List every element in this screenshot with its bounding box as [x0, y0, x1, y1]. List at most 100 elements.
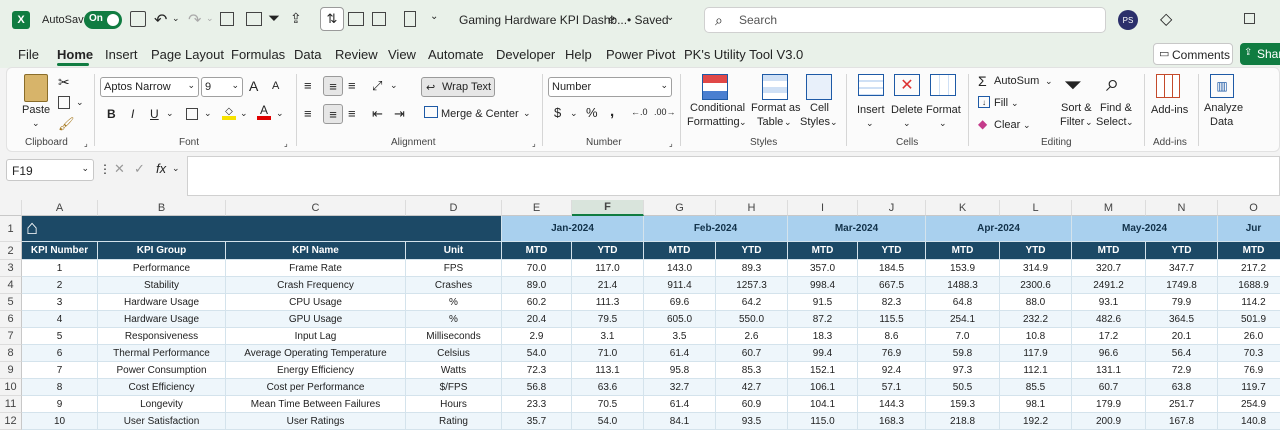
value-cell[interactable]: 119.7: [1218, 379, 1280, 396]
value-cell[interactable]: 85.3: [716, 362, 788, 379]
cut-icon[interactable]: ✂: [58, 74, 70, 91]
fill-dropdown-icon[interactable]: ⌄: [1011, 98, 1019, 109]
redo-icon[interactable]: ↷: [188, 10, 201, 30]
value-cell[interactable]: 76.9: [1218, 362, 1280, 379]
sort-filter-label-1[interactable]: Sort &: [1061, 102, 1092, 115]
clear-dropdown-icon[interactable]: ⌄: [1023, 120, 1031, 131]
fx-dropdown-icon[interactable]: ⌄: [172, 163, 180, 174]
fill-icon[interactable]: ↓: [978, 96, 990, 108]
value-cell[interactable]: 113.1: [572, 362, 644, 379]
value-cell[interactable]: 35.7: [502, 413, 572, 430]
row-header[interactable]: 9: [0, 362, 22, 379]
analyze-data-label-2[interactable]: Data: [1210, 116, 1233, 129]
sort-filter-icon[interactable]: ⏷: [1064, 72, 1082, 98]
kpi-name-cell[interactable]: Crash Frequency: [226, 277, 406, 294]
value-cell[interactable]: 218.8: [926, 413, 1000, 430]
value-cell[interactable]: 70.0: [502, 260, 572, 277]
undo-icon[interactable]: ↶: [154, 10, 167, 30]
clear-label[interactable]: Clear: [994, 119, 1020, 131]
row-header[interactable]: 6: [0, 311, 22, 328]
more-options-icon[interactable]: ⋮: [99, 162, 111, 176]
autosum-dropdown-icon[interactable]: ⌄: [1045, 76, 1053, 87]
sort-filter-label-2[interactable]: Filter: [1060, 116, 1084, 129]
value-cell[interactable]: 357.0: [788, 260, 858, 277]
sensitivity-icon[interactable]: ℯ: [608, 12, 615, 26]
unit-cell[interactable]: Crashes: [406, 277, 502, 294]
menu-review[interactable]: Review: [335, 47, 378, 62]
value-cell[interactable]: 32.7: [644, 379, 716, 396]
kpi-group-cell[interactable]: User Satisfaction: [98, 413, 226, 430]
value-cell[interactable]: 114.2: [1218, 294, 1280, 311]
value-cell[interactable]: 2300.6: [1000, 277, 1072, 294]
value-cell[interactable]: 95.8: [644, 362, 716, 379]
value-cell[interactable]: 71.0: [572, 345, 644, 362]
insert-cells-dropdown-icon[interactable]: ⌄: [866, 118, 874, 129]
menu-automate[interactable]: Automate: [428, 47, 484, 62]
column-header[interactable]: I: [788, 200, 858, 216]
column-header[interactable]: E: [502, 200, 572, 216]
value-cell[interactable]: 99.4: [788, 345, 858, 362]
value-cell[interactable]: 115.0: [788, 413, 858, 430]
share-icon[interactable]: ⇪: [290, 10, 302, 27]
kpi-name-cell[interactable]: User Ratings: [226, 413, 406, 430]
conditional-formatting-icon[interactable]: [702, 74, 728, 100]
increase-font-icon[interactable]: A: [249, 78, 258, 94]
find-select-label-1[interactable]: Find &: [1100, 102, 1132, 115]
value-cell[interactable]: 63.6: [572, 379, 644, 396]
analyze-data-label-1[interactable]: Analyze: [1204, 102, 1243, 115]
number-format-select[interactable]: Number ⌄: [548, 77, 672, 97]
clipboard-launcher-icon[interactable]: ⌟: [84, 139, 88, 148]
kpi-name-cell[interactable]: GPU Usage: [226, 311, 406, 328]
kpi-name-cell[interactable]: Frame Rate: [226, 260, 406, 277]
value-cell[interactable]: 364.5: [1146, 311, 1218, 328]
decrease-indent-icon[interactable]: ⇤: [372, 106, 383, 122]
find-select-label-2[interactable]: Select: [1096, 116, 1127, 129]
alignment-launcher-icon[interactable]: ⌟: [532, 139, 536, 148]
delete-cells-label[interactable]: Delete: [891, 104, 923, 117]
column-header[interactable]: D: [406, 200, 502, 216]
value-cell[interactable]: 57.1: [858, 379, 926, 396]
clear-icon[interactable]: ◆: [978, 117, 987, 131]
view-icon[interactable]: [348, 12, 364, 26]
paste-label[interactable]: Paste: [22, 104, 50, 117]
border-icon[interactable]: [186, 108, 198, 120]
kpi-number-cell[interactable]: 10: [22, 413, 98, 430]
column-header[interactable]: K: [926, 200, 1000, 216]
value-cell[interactable]: 97.3: [926, 362, 1000, 379]
align-middle-icon[interactable]: ≡: [323, 76, 343, 96]
borders-icon[interactable]: [220, 12, 234, 26]
table-icon[interactable]: [372, 12, 386, 26]
column-header[interactable]: B: [98, 200, 226, 216]
add-ins-icon[interactable]: [1156, 74, 1180, 98]
value-cell[interactable]: 93.1: [1072, 294, 1146, 311]
value-cell[interactable]: 42.7: [716, 379, 788, 396]
unit-cell[interactable]: Hours: [406, 396, 502, 413]
unit-cell[interactable]: Milliseconds: [406, 328, 502, 345]
menu-insert[interactable]: Insert: [105, 47, 138, 62]
kpi-number-cell[interactable]: 3: [22, 294, 98, 311]
format-cells-dropdown-icon[interactable]: ⌄: [939, 118, 947, 129]
value-cell[interactable]: 60.2: [502, 294, 572, 311]
column-header[interactable]: C: [226, 200, 406, 216]
value-cell[interactable]: 998.4: [788, 277, 858, 294]
form-icon[interactable]: [246, 12, 262, 26]
value-cell[interactable]: 217.2: [1218, 260, 1280, 277]
find-select-icon[interactable]: ⌕: [1106, 70, 1119, 98]
select-all-corner[interactable]: [0, 200, 22, 216]
fill-label[interactable]: Fill: [994, 97, 1008, 109]
value-cell[interactable]: 20.4: [502, 311, 572, 328]
value-cell[interactable]: 1257.3: [716, 277, 788, 294]
menu-page-layout[interactable]: Page Layout: [151, 47, 224, 62]
kpi-number-cell[interactable]: 1: [22, 260, 98, 277]
column-header[interactable]: J: [858, 200, 926, 216]
underline-icon[interactable]: U: [150, 107, 159, 121]
fill-color-dropdown-icon[interactable]: ⌄: [240, 108, 248, 119]
calculator-icon[interactable]: [404, 11, 416, 27]
value-cell[interactable]: 60.7: [716, 345, 788, 362]
column-header[interactable]: N: [1146, 200, 1218, 216]
menu-help[interactable]: Help: [565, 47, 592, 62]
wrap-text-button[interactable]: ↩ Wrap Text: [421, 77, 495, 97]
value-cell[interactable]: 111.3: [572, 294, 644, 311]
add-ins-label[interactable]: Add-ins: [1151, 104, 1188, 117]
kpi-number-cell[interactable]: 9: [22, 396, 98, 413]
